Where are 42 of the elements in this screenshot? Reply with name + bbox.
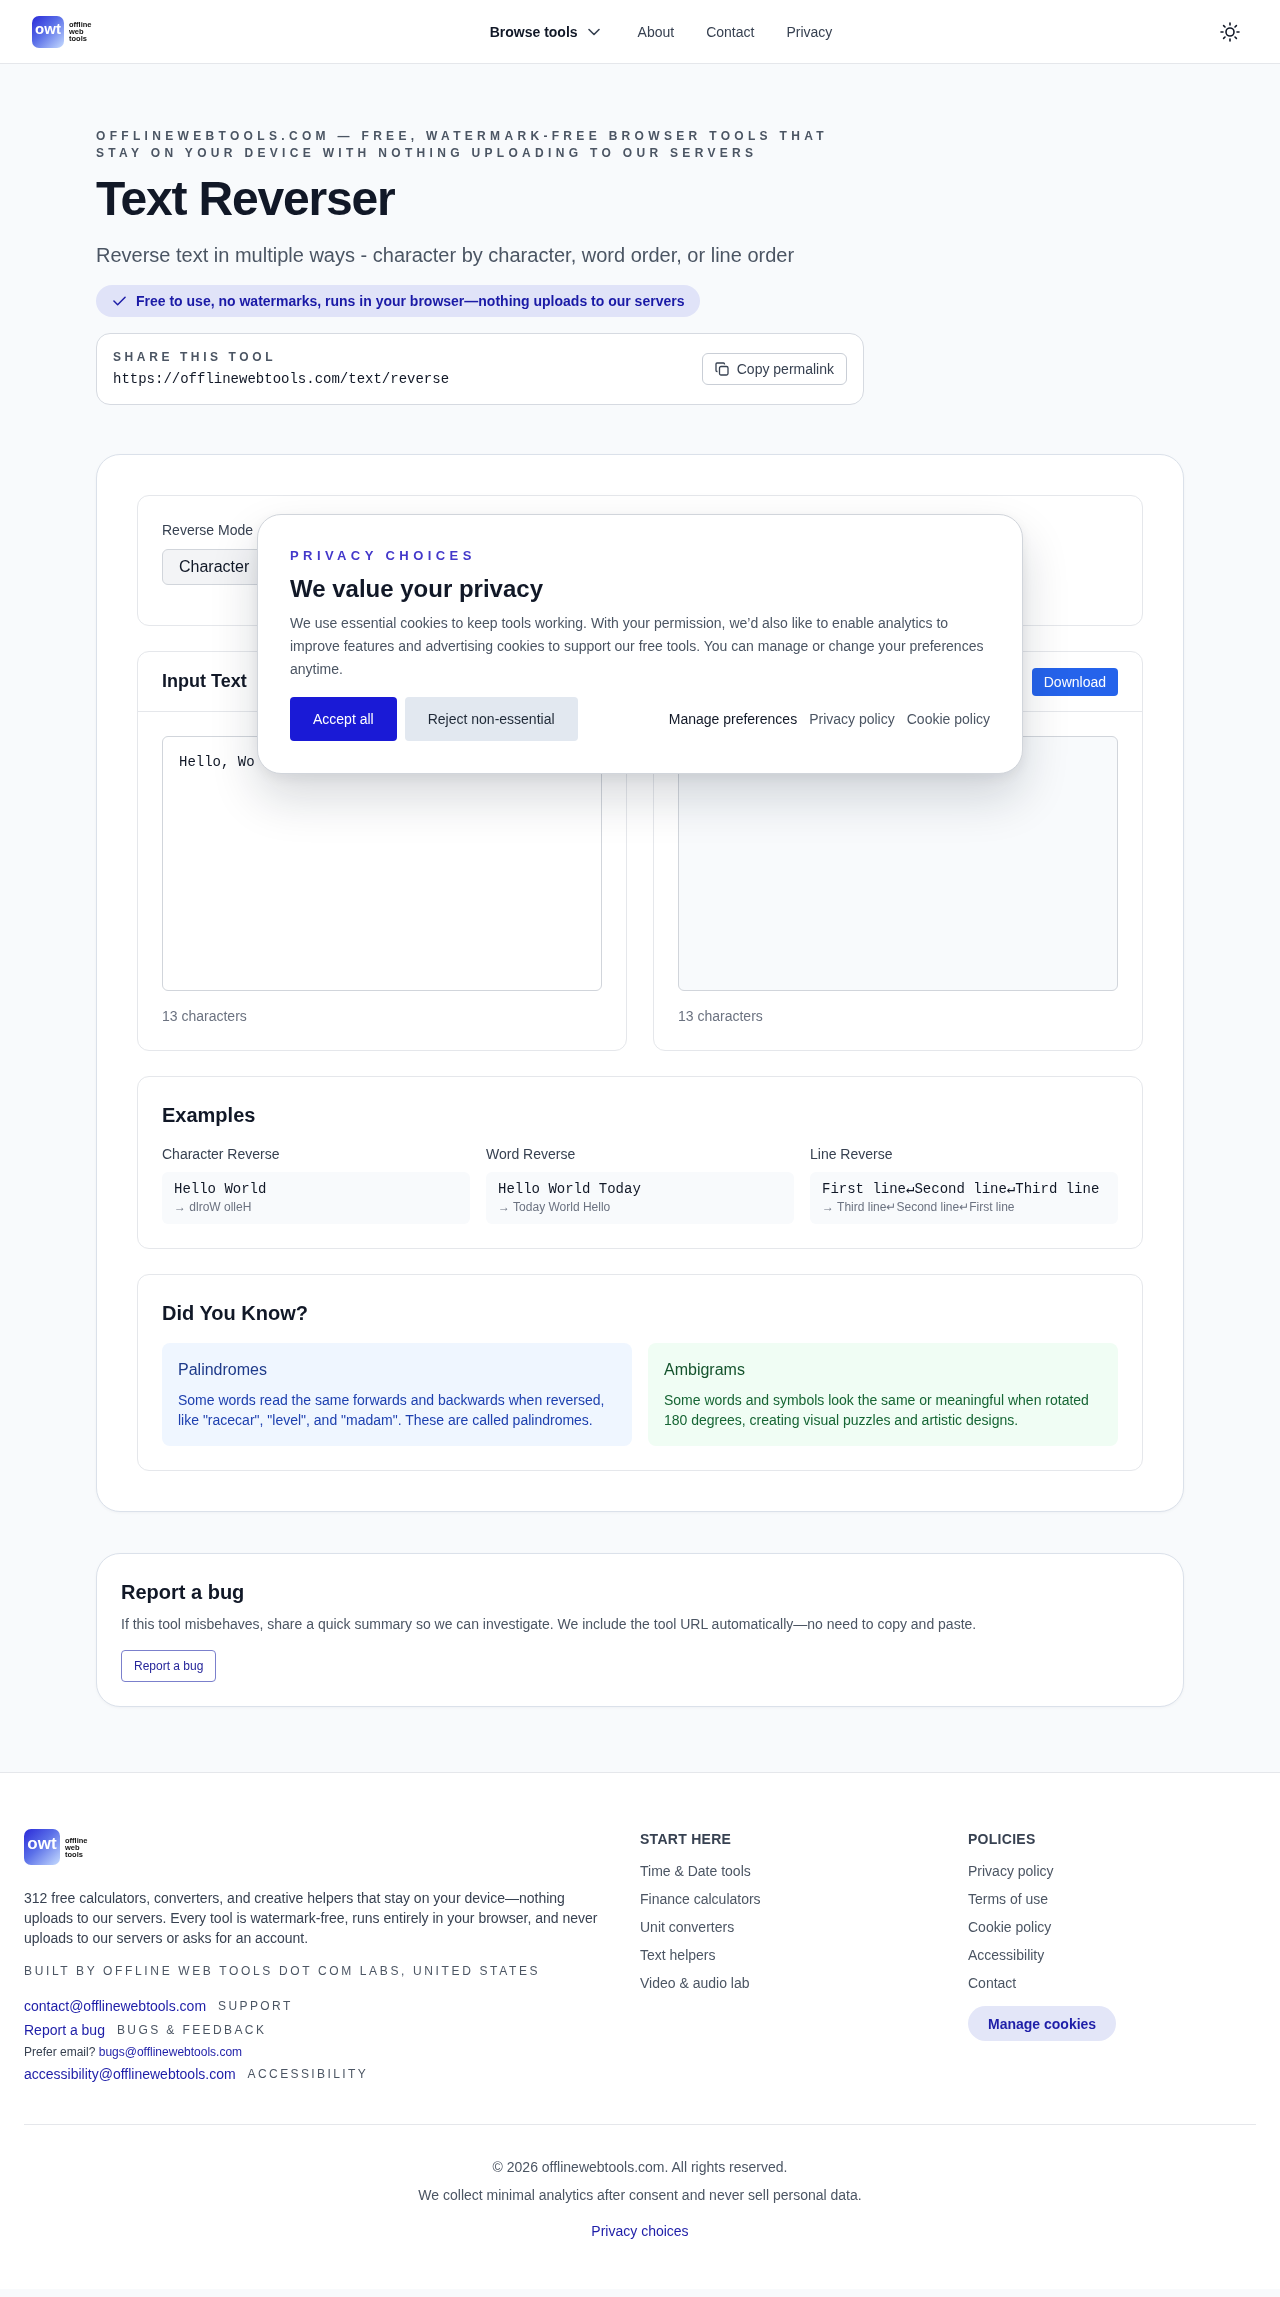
share-url: https://offlinewebtools.com/text/reverse <box>113 370 450 389</box>
example-label: Line Reverse <box>810 1145 894 1164</box>
section-title: Examples <box>162 1103 257 1128</box>
fact-text: Some words and symbols look the same or meaningful when rotated 180 degrees, creating visual puzzles and artistic designs. <box>664 1391 1090 1430</box>
example-result-text: → dlroW olleH <box>174 1199 252 1215</box>
character-count: 13 characters <box>678 1007 764 1026</box>
example-result-text: → Today World Hello <box>498 1199 611 1215</box>
email-note: Prefer email? bugs@offlinewebtools.com <box>24 2044 243 2060</box>
report-text: If this tool misbehaves, share a quick summary so we can investigate. We include the tool URL automatically—no need to copy and paste. <box>121 1615 977 1634</box>
page-title: Text Reverser <box>96 172 395 225</box>
badge-text: Free to use, no watermarks, runs in your browser—nothing uploads to our servers <box>136 292 685 310</box>
fact-title: Ambigrams <box>664 1360 746 1380</box>
fact-text: Some words read the same forwards and backwards when reversed, like "racecar", "level", and "madam". These are called palindromes. <box>178 1391 606 1430</box>
contact-tag: BUGS & FEEDBACK <box>116 2022 267 2038</box>
input-title: Input Text <box>162 671 247 692</box>
column-heading: START HERE <box>640 1830 732 1849</box>
dialog-text: We use essential cookies to keep tools working. With your permission, we’d also like to enable analytics to improve features and advertising cookies to support our free tools. You can manage or change your preferences anytime. <box>290 614 985 679</box>
page-subtitle: Reverse text in multiple ways - character by character, word order, or line order <box>96 243 795 268</box>
section-title: Did You Know? <box>162 1301 309 1326</box>
dialog-title: We value your privacy <box>290 574 543 604</box>
eyebrow-text: OFFLINEWEBTOOLS.COM — FREE, WATERMARK-FREE BROWSER TOOLS THAT STAY ON YOUR DEVICE WITH NOTHING UPLOADING TO OUR SERVERS <box>96 128 829 162</box>
contact-tag: ACCESSIBILITY <box>247 2066 369 2082</box>
share-label: SHARE THIS TOOL <box>113 349 278 365</box>
example-source-text: Hello World <box>174 1180 267 1199</box>
dialog-eyebrow: PRIVACY CHOICES <box>290 547 476 565</box>
column-heading: POLICIES <box>968 1830 1036 1849</box>
built-by-text: BUILT BY OFFLINE WEB TOOLS DOT COM LABS, UNITED STATES <box>24 1963 541 1979</box>
example-result-text: → Third line↵Second line↵First line <box>822 1199 1015 1215</box>
character-count: 13 characters <box>162 1007 248 1026</box>
example-label: Character Reverse <box>162 1145 281 1164</box>
analytics-note: We collect minimal analytics after consent and never sell personal data. <box>418 2186 862 2205</box>
example-source-text: Hello World Today <box>498 1180 641 1199</box>
fact-title: Palindromes <box>178 1360 268 1380</box>
logo-mark: owt <box>32 15 64 48</box>
example-source-text: First line↵Second line↵Third line <box>822 1180 1100 1199</box>
mode-label: Reverse Mode <box>162 521 254 540</box>
report-title: Report a bug <box>121 1580 245 1605</box>
contact-tag: SUPPORT <box>218 1998 293 2014</box>
logo-mark: owt <box>24 1829 60 1865</box>
copyright-text: © 2026 offlinewebtools.com. All rights reserved. <box>492 2158 788 2177</box>
example-label: Word Reverse <box>486 1145 577 1164</box>
footer-description: 312 free calculators, converters, and creative helpers that stay on your device—nothing uploads to our servers. Every tool is watermark-free, runs entirely in your browser, and never uploads to our servers or asks for an account. <box>24 1889 599 1948</box>
